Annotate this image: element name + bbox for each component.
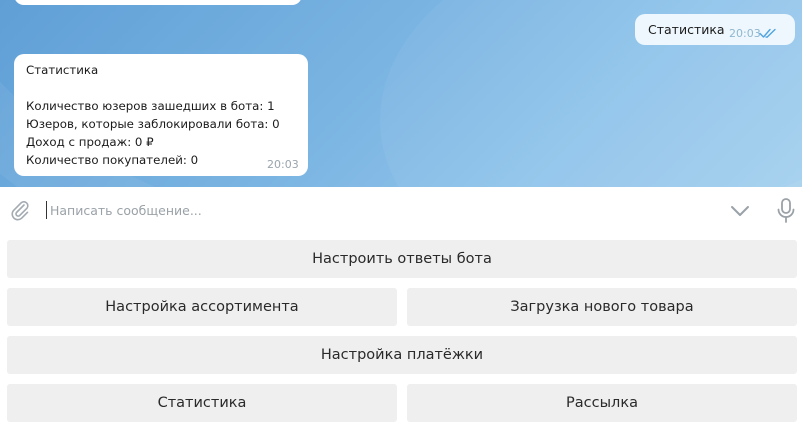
paperclip-icon[interactable]	[9, 199, 31, 223]
message-line-title: Статистика	[26, 63, 99, 77]
message-line-users: Количество юзеров зашедших в бота: 1	[26, 99, 275, 113]
message-input[interactable]	[50, 199, 650, 221]
read-checkmarks-icon	[759, 28, 776, 38]
message-line-blocked: Юзеров, которые заблокировали бота: 0	[26, 117, 280, 131]
assortment-settings-button[interactable]: Настройка ассортимента	[7, 288, 397, 326]
broadcast-button[interactable]: Рассылка	[407, 384, 797, 422]
message-line-buyers: Количество покупателей: 0	[26, 153, 199, 167]
payment-settings-button[interactable]: Настройка платёжки	[7, 336, 797, 374]
upload-new-product-button[interactable]: Загрузка нового товара	[407, 288, 797, 326]
previous-message-bubble[interactable]	[14, 0, 302, 5]
bot-reply-keyboard: Настроить ответы бота Настройка ассортим…	[0, 237, 802, 429]
incoming-message-bubble[interactable]: Статистика Количество юзеров зашедших в …	[14, 54, 308, 176]
configure-bot-replies-button[interactable]: Настроить ответы бота	[7, 240, 797, 278]
outgoing-message-time: 20:03	[729, 27, 761, 40]
statistics-button[interactable]: Статистика	[7, 384, 397, 422]
text-cursor	[46, 201, 47, 219]
incoming-message-time: 20:03	[267, 158, 299, 171]
microphone-icon[interactable]	[775, 197, 797, 225]
chat-history[interactable]: Статистика 20:03 Статистика Количество ю…	[0, 0, 802, 187]
chevron-down-icon[interactable]	[729, 203, 751, 219]
message-composer	[0, 187, 802, 237]
outgoing-message-bubble[interactable]: Статистика 20:03	[635, 14, 795, 45]
message-line-income: Доход с продаж: 0 ₽	[26, 135, 154, 149]
outgoing-message-text: Статистика	[648, 22, 725, 37]
